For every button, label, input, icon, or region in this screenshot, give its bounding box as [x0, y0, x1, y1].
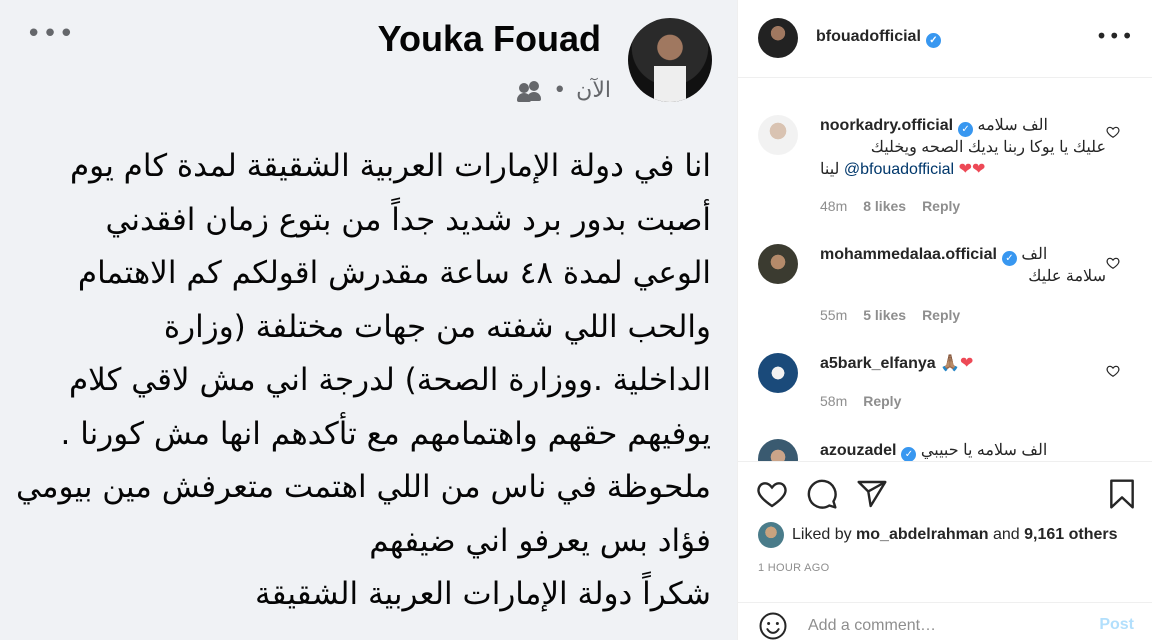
comment-body: عليك يا يوكا ربنا يديك الصحه ويخليك [870, 139, 1106, 156]
comment-body: الف سلامه يا حبيبي [920, 442, 1048, 459]
image-post-line: الداخلية .ووزارة الصحة) لدرجة اني مش لاق… [68, 362, 711, 398]
liked-by-others[interactable]: 9,161 others [1024, 526, 1117, 543]
author-username-text[interactable]: bfouadofficial [816, 28, 921, 45]
image-post-line: والحب اللي شفته من جهات مختلفة (وزارة [163, 308, 711, 345]
comment-meta: 58m Reply [820, 393, 901, 409]
comment-time[interactable]: 48m [820, 198, 847, 214]
comment-avatar[interactable] [758, 353, 798, 393]
comment-text: azouzadel ✓ الف سلامه يا حبيبي [820, 440, 1106, 461]
comment-body: الف سلامه [977, 117, 1048, 134]
comment-text: mohammedalaa.official ✓ الف سلامة عليك [820, 244, 1106, 288]
comment-avatar[interactable] [758, 439, 798, 461]
comment-icon[interactable] [806, 478, 838, 510]
share-icon[interactable] [856, 478, 888, 510]
image-post-meta: • الآن [517, 78, 611, 103]
comment-username[interactable]: mohammedalaa.official [820, 246, 997, 263]
heart-icon[interactable] [756, 478, 788, 510]
post-time-ago[interactable]: 1 HOUR AGO [758, 562, 829, 574]
like-comment-heart-icon[interactable] [1106, 256, 1120, 270]
comment-text: noorkadry.official ✓ الف سلامه عليك يا يو… [820, 115, 1106, 181]
image-post-line: الوعي لمدة ٤٨ ساعة مقدرش اقولكم كم الاهت… [77, 255, 711, 291]
comment-username[interactable]: a5bark_elfanya [820, 355, 936, 372]
liked-by-user[interactable]: mo_abdelrahman [856, 526, 988, 543]
image-author-avatar [628, 18, 712, 102]
image-post-line: انا في دولة الإمارات العربية الشقيقة لمد… [69, 148, 711, 184]
smiley-icon[interactable] [758, 611, 788, 640]
comment-likes[interactable]: 8 likes [863, 198, 906, 214]
like-comment-heart-icon[interactable] [1106, 364, 1120, 378]
reply-button[interactable]: Reply [922, 307, 960, 323]
comment-body: لينا [820, 161, 840, 178]
image-post-time: الآن [576, 78, 611, 103]
post-comment-button[interactable]: Post [1099, 616, 1134, 634]
verified-badge-icon: ✓ [901, 447, 917, 461]
comment-time[interactable]: 58m [820, 393, 847, 409]
author-avatar[interactable] [758, 18, 798, 58]
liked-by-and: and [992, 526, 1020, 543]
verified-badge-icon: ✓ [925, 33, 941, 48]
comment-text: a5bark_elfanya 🙏🏽❤ [820, 353, 1106, 375]
comment-body: الف [1021, 246, 1048, 263]
add-comment-bar: Post [738, 602, 1152, 640]
side-panel: bfouadofficial ✓ ••• noorkadry.official ✓ … [738, 0, 1152, 640]
post-header: bfouadofficial ✓ ••• [738, 0, 1152, 78]
comment-emoji: 🙏🏽❤ [940, 355, 974, 372]
reply-button[interactable]: Reply [863, 393, 901, 409]
image-post-separator: • [553, 78, 567, 103]
image-post-line: فؤاد بس يعرفو اني ضيفهم [369, 522, 711, 559]
bookmark-icon[interactable] [1106, 478, 1138, 510]
comment-time[interactable]: 55m [820, 307, 847, 323]
image-post-line: شكراً دولة الإمارات العربية الشقيقة [255, 576, 711, 612]
author-username[interactable]: bfouadofficial ✓ [816, 28, 941, 48]
comment-mention[interactable]: @bfouadofficial [844, 161, 954, 178]
liker-avatar[interactable] [758, 522, 784, 548]
comment-username[interactable]: noorkadry.official [820, 117, 953, 134]
verified-badge-icon: ✓ [1001, 251, 1017, 266]
post-actions: Liked by mo_abdelrahman and 9,161 others… [738, 461, 1152, 640]
liked-by: Liked by mo_abdelrahman and 9,161 others [758, 522, 1118, 548]
like-comment-heart-icon[interactable] [1106, 125, 1120, 139]
image-post-body: انا في دولة الإمارات العربية الشقيقة لمد… [11, 140, 711, 622]
liked-by-prefix: Liked by [792, 526, 852, 543]
image-author-name: Youka Fouad [377, 18, 601, 59]
comment-avatar[interactable] [758, 115, 798, 155]
image-post-line: ملحوظة في ناس من اللي اهتمت متعرفش مين ب… [16, 469, 711, 505]
comment-username[interactable]: azouzadel [820, 442, 896, 459]
comment-meta: 48m 8 likes Reply [820, 198, 960, 214]
comment-meta: 55m 5 likes Reply [820, 307, 960, 323]
comment-likes[interactable]: 5 likes [863, 307, 906, 323]
comments-list[interactable]: noorkadry.official ✓ الف سلامه عليك يا يو… [738, 79, 1152, 461]
friends-icon [517, 80, 543, 101]
heart-emoji: ❤❤ [958, 161, 986, 178]
comment-body: سلامة عليك [1028, 268, 1106, 285]
image-post-line: يوفيهم حقهم واهتمامهم مع تأكدهم انها مش … [60, 415, 711, 452]
reply-button[interactable]: Reply [922, 198, 960, 214]
post-image: ••• Youka Fouad • الآن انا في دولة الإما… [0, 0, 737, 640]
verified-badge-icon: ✓ [958, 122, 974, 137]
comment-input[interactable] [808, 613, 1088, 639]
image-post-line: أصبت بدور برد شديد جداً من بتوع زمان افق… [105, 201, 711, 238]
more-options-icon[interactable]: ••• [1096, 26, 1134, 46]
more-horizontal-icon: ••• [26, 19, 76, 49]
comment-avatar[interactable] [758, 244, 798, 284]
